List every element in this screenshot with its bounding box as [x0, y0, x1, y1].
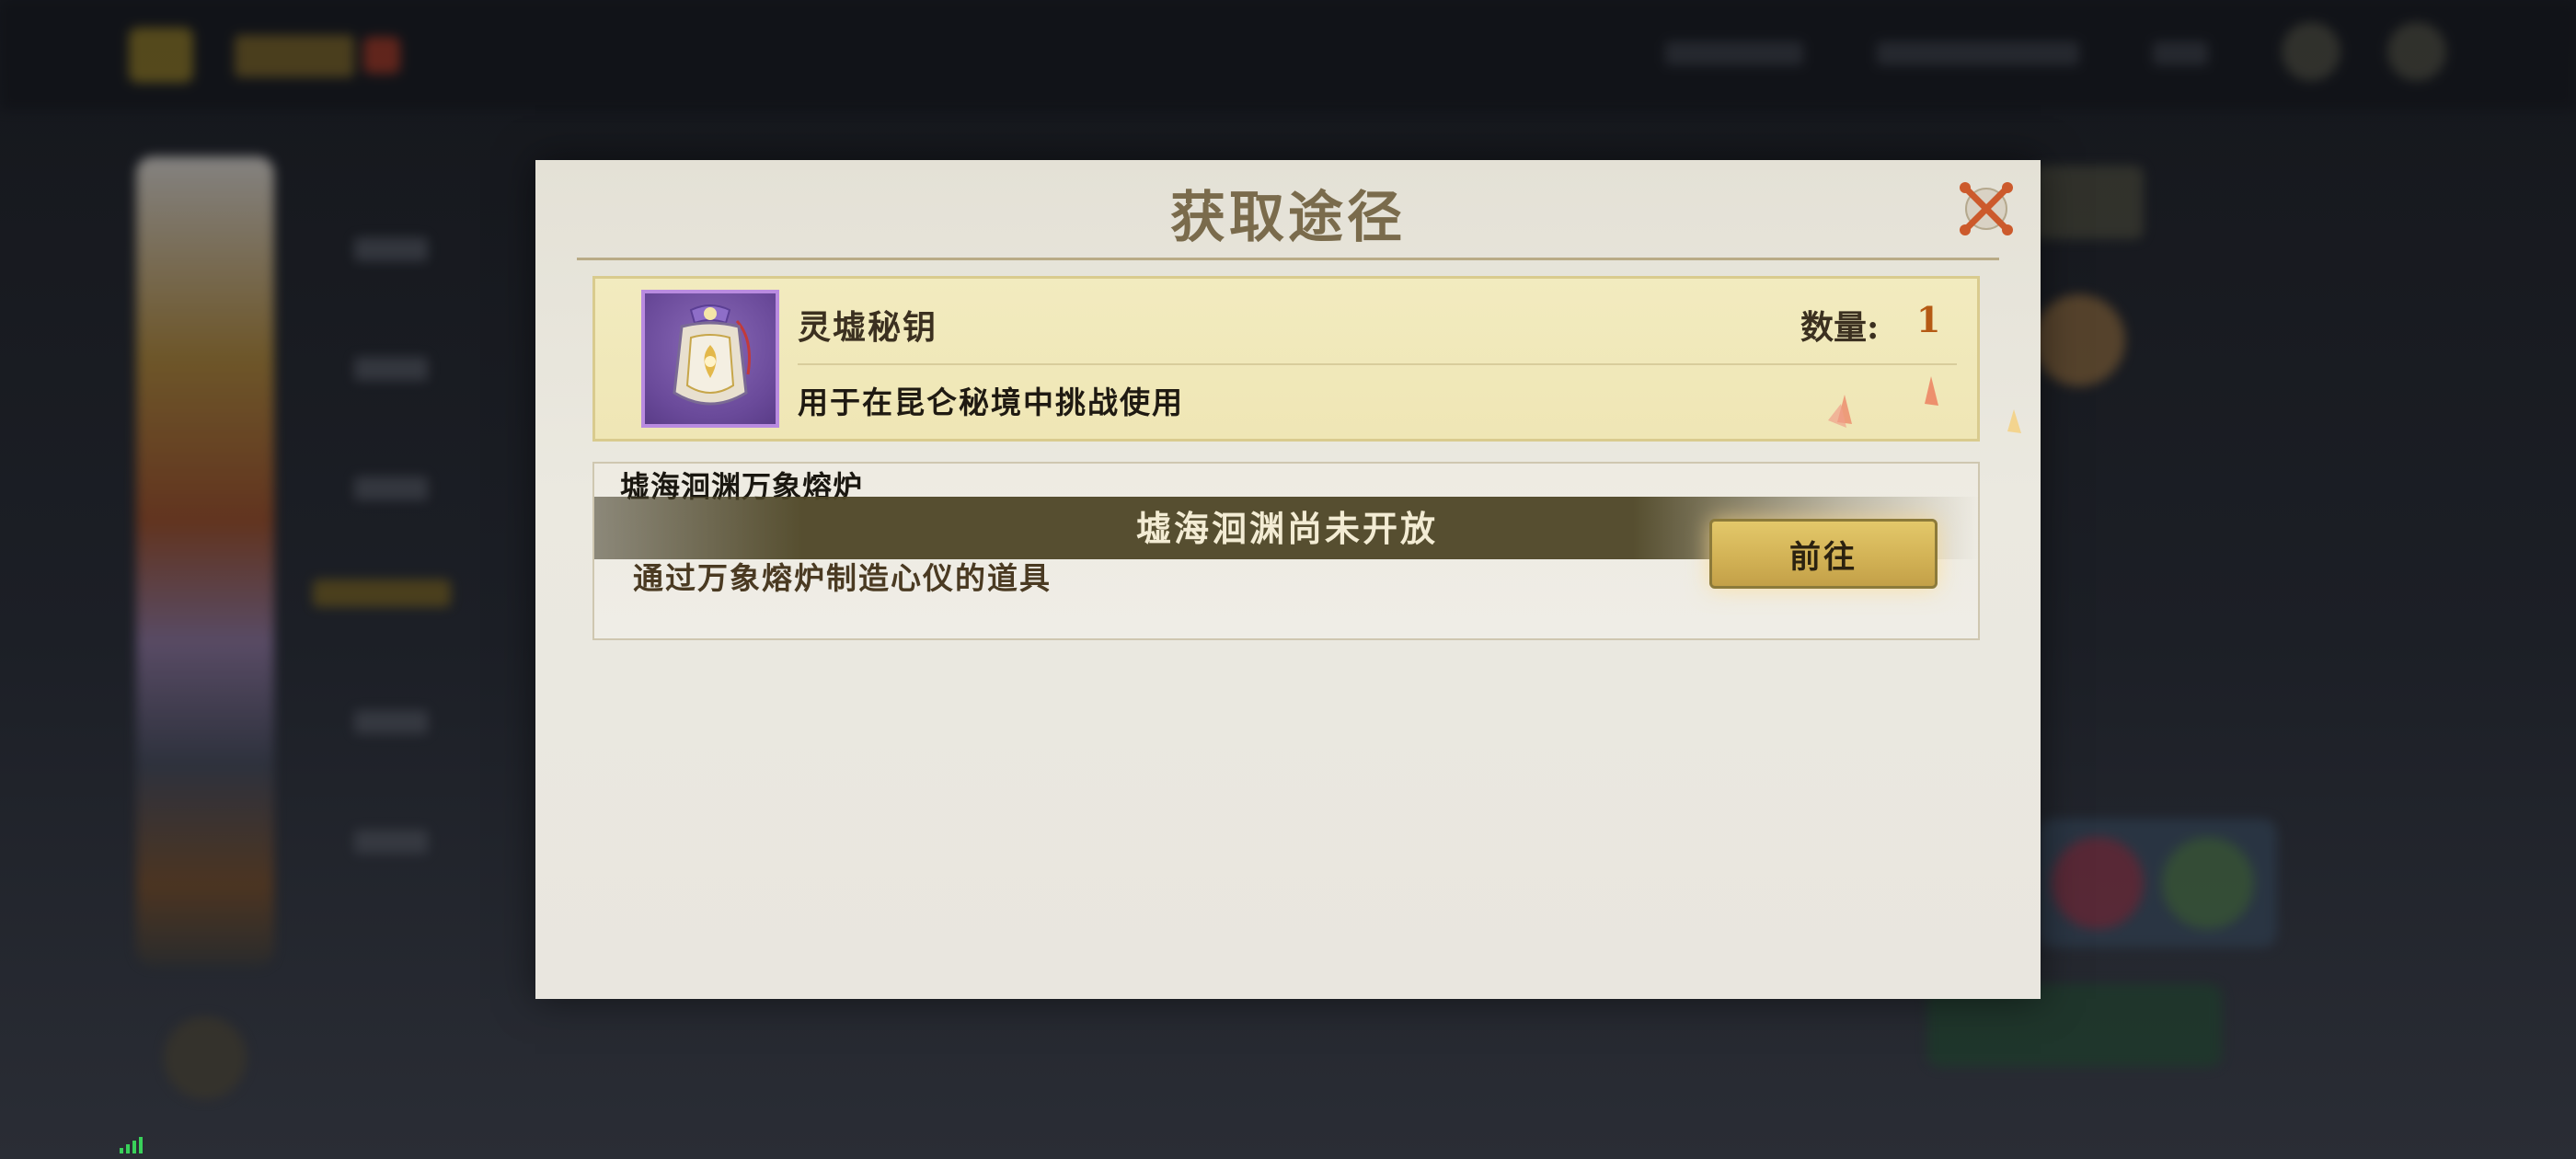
- item-card: 灵墟秘钥 数量: 1 用于在昆仑秘境中挑战使用: [592, 276, 2021, 442]
- background-top-label: [1665, 41, 1803, 65]
- background-menu-label: [354, 237, 428, 261]
- close-icon: [1960, 182, 2013, 235]
- background-top-label: [2153, 41, 2208, 65]
- background-left-column: [136, 156, 274, 966]
- background-top-icon: [2387, 22, 2446, 81]
- item-quantity-label: 数量:: [1800, 308, 1880, 347]
- background-menu-highlight: [313, 580, 451, 607]
- background-top-icon: [2282, 22, 2340, 81]
- background-menu-label: [354, 357, 428, 381]
- background-right-panel: [2033, 166, 2144, 239]
- background-left-icon: [164, 1016, 247, 1099]
- background-title: [235, 35, 354, 77]
- item-quantity-value: 1: [1916, 299, 1941, 340]
- source-description: 通过万象熔炉制造心仪的道具: [633, 560, 1052, 596]
- item-icon-frame[interactable]: [641, 290, 779, 428]
- title-divider: [577, 258, 1999, 260]
- background-menu-label: [354, 710, 428, 734]
- acquisition-modal: 获取途径 灵墟秘钥 数量: 1 用于在昆仑秘境中挑战使用 墟海洄渊万象熔炉 墟海…: [535, 160, 2041, 999]
- item-name: 灵墟秘钥: [798, 308, 938, 347]
- background-right-avatar: [2052, 837, 2144, 929]
- background-right-avatar: [2162, 837, 2254, 929]
- background-logo: [129, 28, 193, 83]
- modal-title: 获取途径: [1170, 186, 1406, 250]
- network-signal-icon: [120, 1137, 144, 1153]
- key-pouch-icon: [673, 304, 751, 406]
- sparkle-effect-icon: [1828, 376, 2021, 433]
- background-menu-label: [354, 830, 428, 854]
- item-divider: [798, 363, 1957, 365]
- background-top-label: [1877, 41, 2079, 65]
- item-description: 用于在昆仑秘境中挑战使用: [798, 384, 1184, 420]
- go-button[interactable]: 前往: [1709, 519, 1938, 589]
- background-badge: [363, 37, 400, 74]
- background-right-orb: [2033, 294, 2125, 386]
- source-card: 墟海洄渊万象熔炉 墟海洄渊尚未开放 通过万象熔炉制造心仪的道具 前往: [592, 462, 1980, 640]
- background-menu-label: [354, 476, 428, 500]
- close-button[interactable]: [1956, 178, 2017, 239]
